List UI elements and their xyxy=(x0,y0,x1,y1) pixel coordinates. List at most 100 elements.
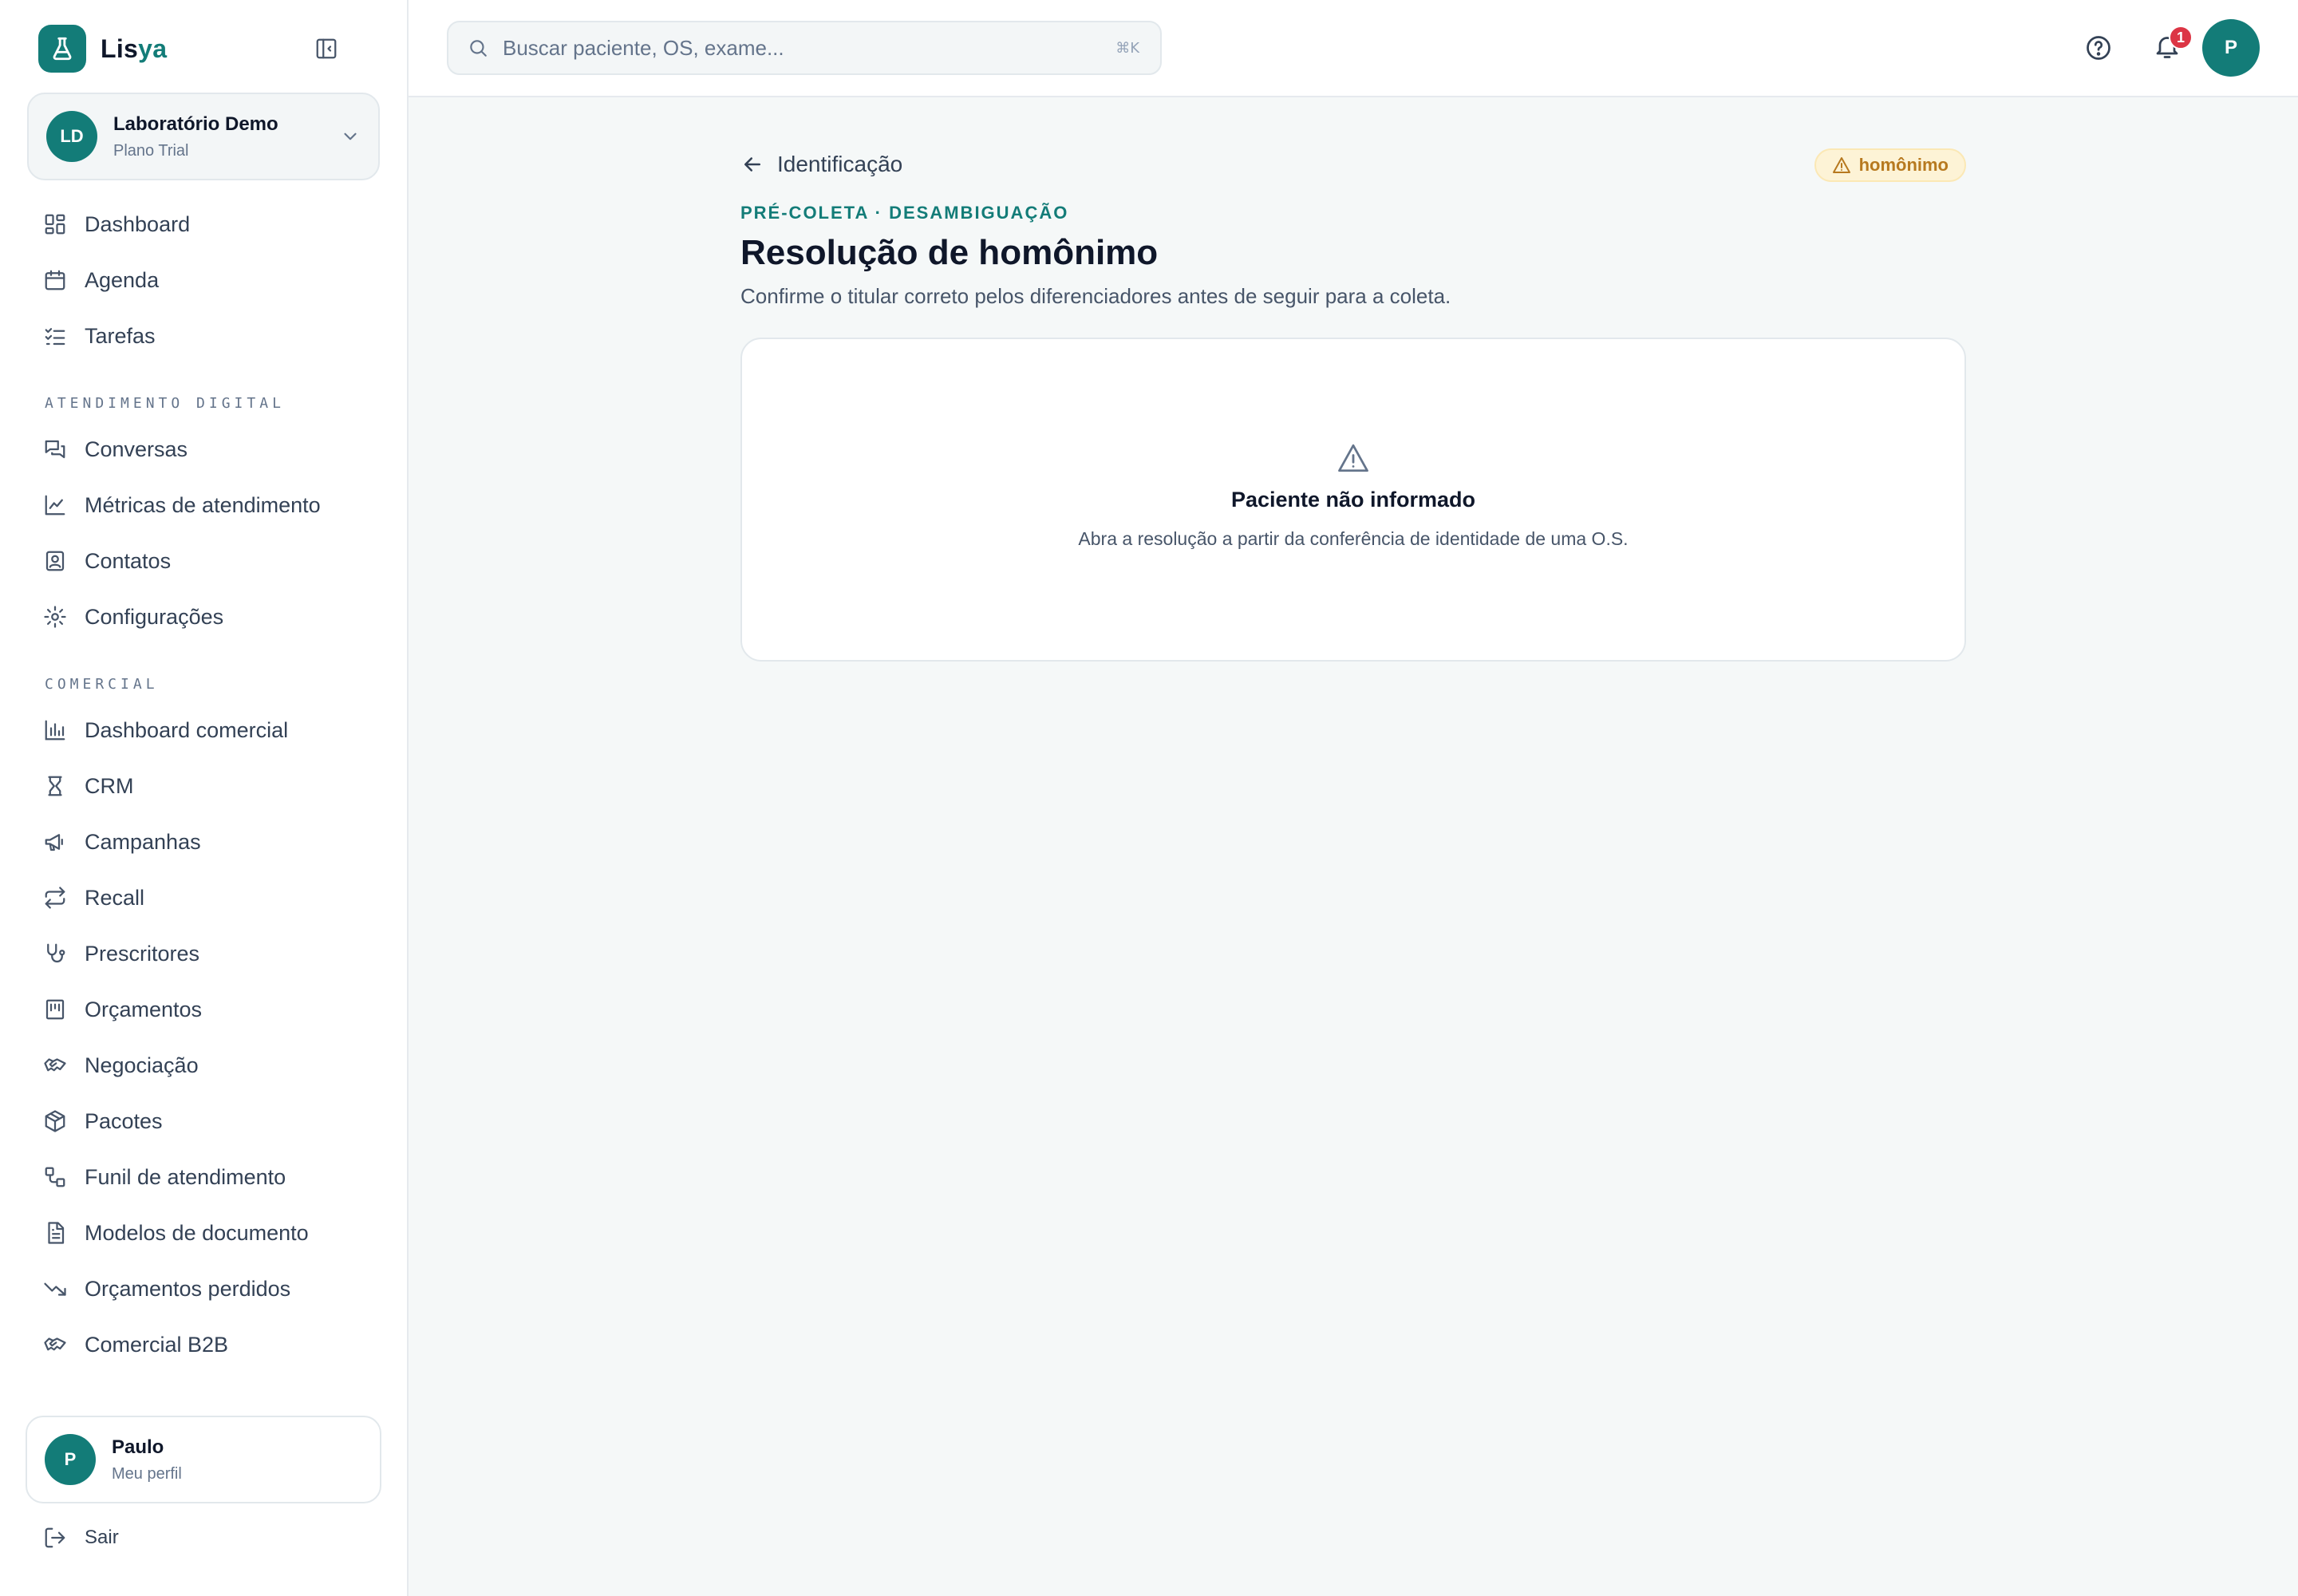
sidebar-item-label: Prescritores xyxy=(85,941,200,966)
sidebar-item-label: CRM xyxy=(85,773,134,798)
crm-icon xyxy=(48,776,62,796)
sidebar-item-label: Tarefas xyxy=(85,323,156,348)
sidebar-item-label: Dashboard xyxy=(85,211,191,236)
sidebar-collapse-icon[interactable] xyxy=(313,35,340,62)
gear-icon xyxy=(44,606,66,628)
empty-state-text: Abra a resolução a partir da conferência… xyxy=(1078,528,1629,549)
empty-state-title: Paciente não informado xyxy=(1230,488,1476,512)
line-chart-icon xyxy=(45,495,65,516)
sidebar-item-funil[interactable]: Funil de atendimento xyxy=(27,1149,380,1205)
sidebar-item-label: Modelos de documento xyxy=(85,1220,309,1245)
brand[interactable]: Lisya xyxy=(27,0,380,97)
bar-chart-icon xyxy=(45,720,65,741)
warning-icon xyxy=(1832,157,1850,173)
sidebar-item-label: Funil de atendimento xyxy=(85,1164,286,1189)
notification-count-badge: 1 xyxy=(2169,26,2193,49)
sidebar-item-label: Conversas xyxy=(85,437,188,461)
search-input[interactable] xyxy=(503,35,1061,61)
help-icon xyxy=(2087,36,2110,60)
top-bar: ⌘K 1 P xyxy=(409,0,2298,97)
sidebar-item-label: Recall xyxy=(85,885,145,910)
back-link[interactable]: Identificação xyxy=(740,152,902,177)
sidebar-item-prescritores[interactable]: Prescritores xyxy=(27,926,380,982)
sidebar-nav: Dashboard Agenda Tarefas ATENDIMENTO DIG… xyxy=(27,196,380,1373)
document-icon xyxy=(48,1222,65,1244)
org-avatar: LD xyxy=(46,111,97,162)
help-button[interactable] xyxy=(2084,34,2113,62)
sidebar-item-pacotes[interactable]: Pacotes xyxy=(27,1093,380,1149)
avatar: P xyxy=(45,1434,96,1485)
sidebar-item-orcamentos[interactable]: Orçamentos xyxy=(27,982,380,1037)
megaphone-icon xyxy=(45,834,63,851)
profile-card[interactable]: P Paulo Meu perfil xyxy=(26,1416,381,1503)
sidebar: Lisya LD Laboratório Demo Plano Trial Da… xyxy=(0,0,409,1596)
sidebar-item-metricas[interactable]: Métricas de atendimento xyxy=(27,477,380,533)
search-icon xyxy=(470,40,487,57)
empty-state-card: Paciente não informado Abra a resolução … xyxy=(740,338,1966,662)
tasks-icon xyxy=(45,328,65,346)
back-link-label: Identificação xyxy=(777,152,903,176)
search-shortcut: ⌘K xyxy=(1115,40,1139,57)
arrow-left-icon xyxy=(744,157,760,172)
brand-name: Lisya xyxy=(101,34,168,63)
user-avatar-button[interactable]: P xyxy=(2202,19,2260,77)
package-icon xyxy=(45,1110,65,1132)
contact-icon xyxy=(45,551,65,571)
sidebar-item-label: Campanhas xyxy=(85,829,201,854)
stethoscope-icon xyxy=(47,943,65,963)
main-area: ⌘K 1 P Identificação homônimo xyxy=(409,0,2298,1596)
sidebar-item-label: Comercial B2B xyxy=(85,1332,229,1357)
status-badge-label: homônimo xyxy=(1858,155,1949,175)
sidebar-item-label: Contatos xyxy=(85,548,172,573)
sidebar-item-contatos[interactable]: Contatos xyxy=(27,533,380,589)
repeat-icon xyxy=(45,887,65,909)
org-plan: Plano Trial xyxy=(113,141,189,160)
handshake-icon xyxy=(44,1337,66,1351)
dashboard-icon xyxy=(45,214,65,235)
trending-down-icon xyxy=(44,1282,66,1296)
app-root: Lisya LD Laboratório Demo Plano Trial Da… xyxy=(0,0,2298,1596)
chat-icon xyxy=(45,440,65,459)
handshake-icon xyxy=(44,1058,66,1072)
calendar-icon xyxy=(45,270,65,290)
sidebar-item-dashboard-comercial[interactable]: Dashboard comercial xyxy=(27,702,380,758)
sidebar-item-agenda[interactable]: Agenda xyxy=(27,252,380,308)
sidebar-item-comercial-b2b[interactable]: Comercial B2B xyxy=(27,1317,380,1373)
flask-icon xyxy=(38,25,86,73)
warning-icon xyxy=(1338,444,1368,472)
sidebar-item-tarefas[interactable]: Tarefas xyxy=(27,308,380,364)
search-box[interactable]: ⌘K xyxy=(447,21,1162,75)
org-switcher[interactable]: LD Laboratório Demo Plano Trial xyxy=(27,93,380,180)
profile-link: Meu perfil xyxy=(112,1464,182,1483)
sidebar-item-conversas[interactable]: Conversas xyxy=(27,421,380,477)
section-comercial: COMERCIAL xyxy=(45,676,159,693)
workflow-icon xyxy=(45,1167,65,1187)
sidebar-item-modelos-documento[interactable]: Modelos de documento xyxy=(27,1205,380,1261)
sidebar-item-label: Orçamentos perdidos xyxy=(85,1276,291,1301)
sidebar-item-label: Configurações xyxy=(85,604,224,629)
sidebar-item-negociacao[interactable]: Negociação xyxy=(27,1037,380,1093)
logout-icon xyxy=(45,1527,65,1548)
sidebar-item-orcamentos-perdidos[interactable]: Orçamentos perdidos xyxy=(27,1261,380,1317)
sidebar-item-label: Orçamentos xyxy=(85,997,203,1021)
status-badge: homônimo xyxy=(1814,148,1966,182)
receipt-icon xyxy=(45,999,65,1020)
sidebar-item-configuracoes[interactable]: Configurações xyxy=(27,589,380,645)
page-title: Resolução de homônimo xyxy=(740,233,1159,272)
page-eyebrow: PRÉ-COLETA · DESAMBIGUAÇÃO xyxy=(740,203,1069,223)
sidebar-item-label: Negociação xyxy=(85,1053,199,1077)
sidebar-item-recall[interactable]: Recall xyxy=(27,870,380,926)
sidebar-item-label: Pacotes xyxy=(85,1108,163,1133)
org-name: Laboratório Demo xyxy=(113,113,278,135)
sidebar-item-crm[interactable]: CRM xyxy=(27,758,380,814)
sidebar-item-label: Agenda xyxy=(85,267,160,292)
notifications-button[interactable]: 1 xyxy=(2153,26,2193,64)
sidebar-item-campanhas[interactable]: Campanhas xyxy=(27,814,380,870)
chevron-down-icon xyxy=(340,126,361,151)
sidebar-item-label: Dashboard comercial xyxy=(85,717,289,742)
sidebar-item-label: Métricas de atendimento xyxy=(85,492,321,517)
page-subtitle: Confirme o titular correto pelos diferen… xyxy=(740,284,1451,308)
logout-button[interactable]: Sair xyxy=(43,1526,119,1550)
sidebar-item-dashboard[interactable]: Dashboard xyxy=(27,196,380,252)
section-atendimento-digital: ATENDIMENTO DIGITAL xyxy=(45,395,285,412)
